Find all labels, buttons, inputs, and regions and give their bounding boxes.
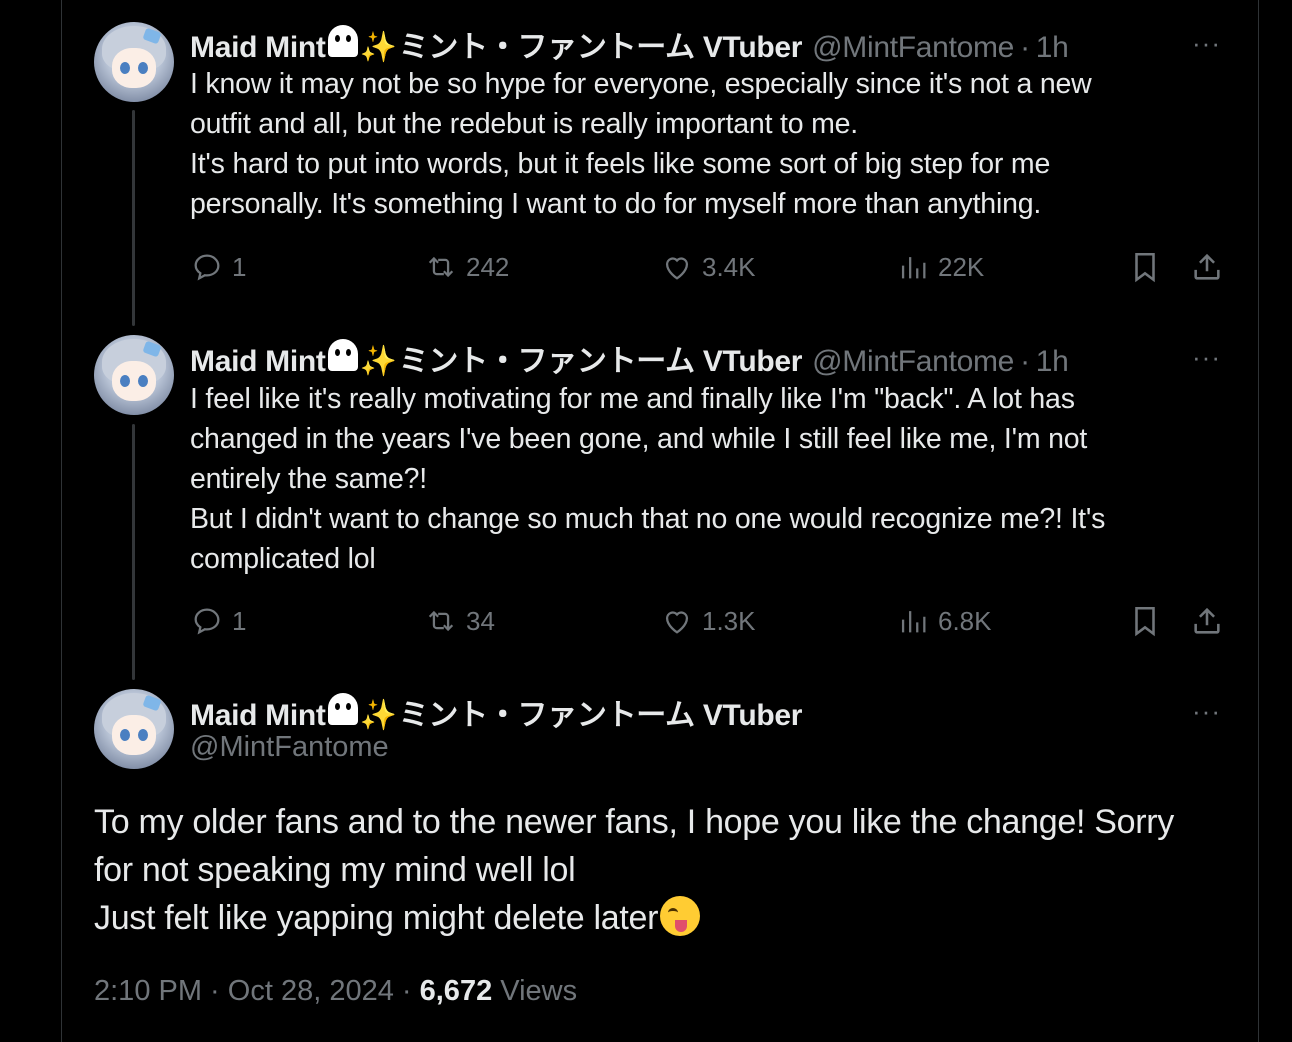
reply-count: 1 [232,605,247,636]
tweet-line: complicated lol [190,543,376,575]
avatar[interactable] [94,22,174,102]
more-options-icon[interactable]: ··· [1192,698,1221,724]
like-button[interactable]: 1.3K [660,604,756,638]
reply-count: 1 [232,251,247,282]
display-name-suffix[interactable]: ミント・ファントーム VTuber [399,336,803,380]
timestamp[interactable]: 2:10 PM · Oct 28, 2024 [94,975,394,1007]
heart-icon [665,611,689,634]
main-tweet-body: To my older fans and to the newer fans, … [94,798,1244,942]
repost-count: 34 [466,605,495,636]
thread-connector [132,110,135,326]
tweet-line: I feel like it's really motivating for m… [190,383,1075,415]
views-button[interactable]: 6.8K [896,604,992,638]
like-button[interactable]: 3.4K [660,250,756,284]
display-name-suffix[interactable]: ミント・ファントーム VTuber [399,690,803,734]
tweet-header: Maid Mint ✨ ミント・ファントーム VTuber @MintFanto… [190,22,1069,66]
more-options-icon[interactable]: ··· [1192,30,1221,56]
share-button[interactable] [1190,604,1232,638]
tweet-line-text: Just felt like yapping might delete late… [94,899,659,937]
separator-dot: · [1020,31,1030,64]
ghost-emoji-icon [327,339,358,371]
tweet-line: entirely the same?! [190,463,427,495]
bookmark-button[interactable] [1128,604,1170,638]
display-name[interactable]: Maid Mint [190,699,326,733]
thread-connector [132,424,135,680]
tweet-time[interactable]: 1h [1036,31,1069,65]
ghost-emoji-icon [327,25,358,57]
tweet-line: It's hard to put into words, but it feel… [190,148,1051,180]
like-count: 3.4K [702,251,756,282]
tweet-line: But I didn't want to change so much that… [190,503,1106,535]
more-options-icon[interactable]: ··· [1192,344,1221,370]
share-icon [1194,607,1220,634]
bookmark-icon [1135,606,1155,637]
display-name-suffix[interactable]: ミント・ファントーム VTuber [399,22,803,66]
heart-icon [665,257,689,280]
reply-icon [194,608,220,635]
like-count: 1.3K [702,605,756,636]
tweet-actions: 1 242 3.4K 22K [190,250,1230,290]
user-handle[interactable]: @MintFantome [190,731,389,764]
repost-icon [428,610,454,632]
tweet-body: I feel like it's really motivating for m… [190,379,1200,579]
analytics-icon [901,611,926,633]
tweet-header: Maid Mint ✨ ミント・ファントーム VTuber [190,690,802,734]
view-count: 6.8K [938,605,992,636]
sparkle-emoji: ✨ [359,31,397,64]
views-label: Views [500,975,578,1007]
tweet-actions: 1 34 1.3K 6.8K [190,604,1230,644]
bookmark-icon [1135,252,1155,283]
user-handle[interactable]: @MintFantome [812,345,1014,379]
share-icon [1194,253,1220,280]
avatar[interactable] [94,335,174,415]
ghost-emoji-icon [327,693,358,725]
separator-dot: · [401,975,412,1007]
tweet-line: Just felt like yapping might delete late… [94,894,1244,942]
tweet-line: personally. It's something I want to do … [190,188,1042,220]
tweet-line: I know it may not be so hype for everyon… [190,68,1092,100]
user-handle[interactable]: @MintFantome [812,31,1014,65]
repost-button[interactable]: 34 [424,604,495,638]
avatar[interactable] [94,689,174,769]
tweet-header: Maid Mint ✨ ミント・ファントーム VTuber @MintFanto… [190,336,1069,380]
tweet-line: for not speaking my mind well lol [94,851,576,889]
views-button[interactable]: 22K [896,250,984,284]
share-button[interactable] [1190,250,1232,284]
repost-count: 242 [466,251,510,282]
display-name[interactable]: Maid Mint [190,31,326,65]
tweet-line: outfit and all, but the redebut is reall… [190,108,859,140]
view-count: 22K [938,251,985,282]
repost-icon [428,256,454,278]
display-name[interactable]: Maid Mint [190,345,326,379]
zany-face-emoji-icon [660,896,701,936]
reply-icon [194,254,220,281]
analytics-icon [901,257,926,279]
reply-button[interactable]: 1 [190,250,246,284]
views-count: 6,672 [419,975,493,1007]
tweet-time[interactable]: 1h [1036,345,1069,379]
bookmark-button[interactable] [1128,250,1170,284]
tweet-line: To my older fans and to the newer fans, … [94,803,1174,841]
sparkle-emoji: ✨ [359,699,397,732]
separator-dot: · [1020,345,1030,378]
repost-button[interactable]: 242 [424,250,509,284]
tweet-meta: 2:10 PM · Oct 28, 2024 · 6,672 Views [94,975,577,1008]
sparkle-emoji: ✨ [359,345,397,378]
reply-button[interactable]: 1 [190,604,246,638]
tweet-line: changed in the years I've been gone, and… [190,423,1088,455]
tweet-body: I know it may not be so hype for everyon… [190,64,1200,224]
